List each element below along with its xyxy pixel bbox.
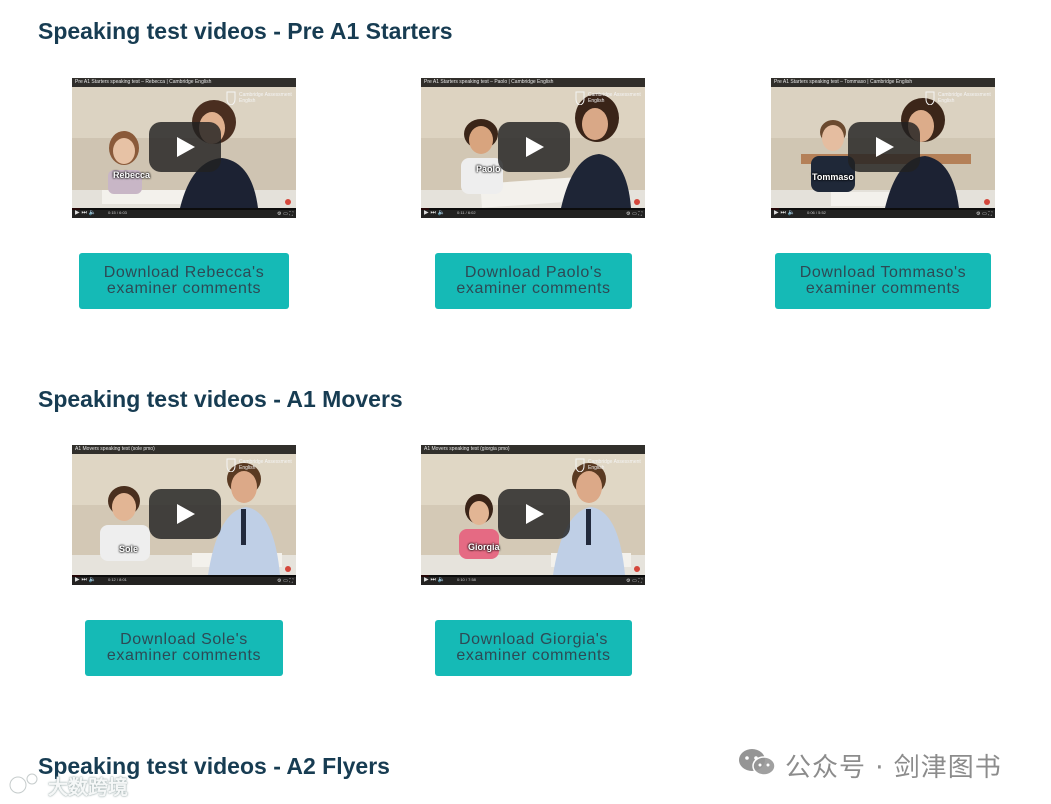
video-title[interactable]: Pre A1 Starters speaking test – Tommaso … — [774, 78, 974, 87]
video-title[interactable]: Pre A1 Starters speaking test – Paolo | … — [424, 78, 624, 87]
button-label-line2: examiner comments — [106, 647, 262, 664]
play-pause-icon[interactable]: ▶ ⏭ 🔈 — [75, 576, 96, 584]
section-title-pre-a1-starters: Speaking test videos - Pre A1 Starters — [38, 18, 453, 44]
button-label-line1: Download Paolo's — [464, 264, 603, 281]
video-time: 0:12 / 8:01 — [108, 577, 127, 582]
play-button[interactable] — [498, 122, 570, 172]
wechat-icon — [739, 749, 776, 776]
play-icon — [526, 137, 544, 157]
youtube-icon[interactable] — [634, 566, 640, 572]
video-control-bar — [72, 208, 296, 218]
youtube-icon[interactable] — [984, 199, 990, 205]
video-time: 0:10 / 7:58 — [457, 577, 476, 582]
fullscreen-icon[interactable]: ⚙ ▭ ⛶ — [626, 578, 642, 584]
video-player-rebecca[interactable]: Pre A1 Starters speaking test – Rebecca … — [72, 78, 296, 218]
section-title-a1-movers: Speaking test videos - A1 Movers — [38, 386, 403, 412]
video-player-giorgia[interactable]: A1 Movers speaking test (giorgia pmo) Ca… — [421, 445, 645, 585]
youtube-icon[interactable] — [634, 199, 640, 205]
youtube-icon[interactable] — [285, 199, 291, 205]
play-pause-icon[interactable]: ▶ ⏭ 🔈 — [75, 209, 96, 217]
video-control-bar — [421, 208, 645, 218]
video-player-paolo[interactable]: Pre A1 Starters speaking test – Paolo | … — [421, 78, 645, 218]
play-pause-icon[interactable]: ▶ ⏭ 🔈 — [424, 209, 445, 217]
fullscreen-icon[interactable]: ⚙ ▭ ⛶ — [976, 211, 992, 217]
cambridge-logo: Cambridge Assessment English — [226, 90, 292, 108]
play-button[interactable] — [149, 489, 221, 539]
download-giorgia-comments-button[interactable]: Download Giorgia's examiner comments — [435, 620, 632, 676]
brand-logo-icon — [8, 772, 39, 795]
fullscreen-icon[interactable]: ⚙ ▭ ⛶ — [626, 211, 642, 217]
button-label-line2: examiner comments — [805, 280, 961, 297]
video-title[interactable]: Pre A1 Starters speaking test – Rebecca … — [75, 78, 275, 87]
video-control-bar — [421, 575, 645, 585]
fullscreen-icon[interactable]: ⚙ ▭ ⛶ — [277, 578, 293, 584]
play-icon — [177, 504, 195, 524]
download-paolo-comments-button[interactable]: Download Paolo's examiner comments — [435, 253, 632, 309]
cambridge-logo: Cambridge Assessment English — [575, 90, 641, 108]
fullscreen-icon[interactable]: ⚙ ▭ ⛶ — [277, 211, 293, 217]
video-player-tommaso[interactable]: Pre A1 Starters speaking test – Tommaso … — [771, 78, 995, 218]
play-pause-icon[interactable]: ▶ ⏭ 🔈 — [774, 209, 795, 217]
play-button[interactable] — [149, 122, 221, 172]
video-name-caption: Tommaso — [812, 172, 854, 182]
play-pause-icon[interactable]: ▶ ⏭ 🔈 — [424, 576, 445, 584]
video-control-bar — [771, 208, 995, 218]
button-label-line1: Download Sole's — [120, 631, 248, 648]
video-name-caption: Giorgia — [468, 542, 500, 552]
video-time: 0:15 / 6:03 — [108, 210, 127, 215]
wechat-watermark: 公众号 · 剑津图书 — [737, 744, 1037, 783]
wechat-watermark-text: 公众号 · 剑津图书 — [785, 753, 1002, 783]
play-button[interactable] — [498, 489, 570, 539]
button-label-line1: Download Giorgia's — [458, 631, 609, 648]
button-label-line1: Download Tommaso's — [799, 264, 967, 281]
video-control-bar — [72, 575, 296, 585]
cambridge-logo: Cambridge Assessment English — [925, 90, 991, 108]
video-name-caption: Sole — [119, 544, 139, 554]
video-title[interactable]: A1 Movers speaking test (sole pmo) — [75, 445, 275, 454]
button-label-line2: examiner comments — [456, 647, 611, 664]
button-label-line1: Download Rebecca's — [103, 264, 265, 281]
video-player-sole[interactable]: A1 Movers speaking test (sole pmo) Cambr… — [72, 445, 296, 585]
corner-watermark: 大数跨境 — [8, 770, 148, 800]
play-icon — [876, 137, 894, 157]
video-name-caption: Paolo — [476, 164, 501, 174]
button-label-line2: examiner comments — [106, 280, 262, 297]
play-icon — [526, 504, 544, 524]
download-tommaso-comments-button[interactable]: Download Tommaso's examiner comments — [775, 253, 991, 309]
cambridge-logo: Cambridge Assessment English — [226, 457, 292, 475]
download-rebecca-comments-button[interactable]: Download Rebecca's examiner comments — [79, 253, 289, 309]
button-label-line2: examiner comments — [456, 280, 611, 297]
play-icon — [177, 137, 195, 157]
video-title[interactable]: A1 Movers speaking test (giorgia pmo) — [424, 445, 624, 454]
video-time: 0:11 / 6:02 — [457, 210, 476, 215]
video-time: 0:06 / 5:52 — [807, 210, 826, 215]
play-button[interactable] — [848, 122, 920, 172]
download-sole-comments-button[interactable]: Download Sole's examiner comments — [85, 620, 283, 676]
video-name-caption: Rebecca — [113, 170, 151, 180]
cambridge-logo: Cambridge Assessment English — [575, 457, 641, 475]
youtube-icon[interactable] — [285, 566, 291, 572]
corner-watermark-text: 大数跨境 — [48, 775, 128, 799]
